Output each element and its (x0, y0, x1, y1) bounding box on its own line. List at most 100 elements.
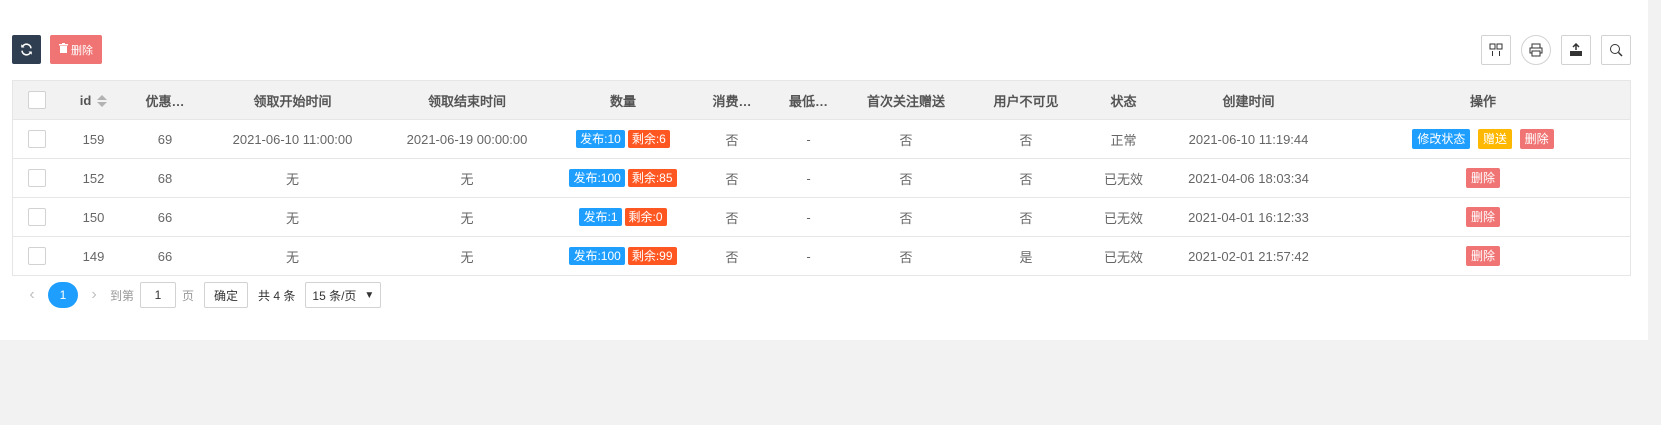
cell-end: 2021-06-19 00:00:00 (381, 119, 553, 159)
print-icon (1529, 43, 1543, 57)
cell-status: 正常 (1086, 119, 1161, 159)
cell-quantity: 发布:100 剩余:99 (553, 237, 693, 276)
cell-invisible: 否 (966, 158, 1086, 198)
coupon-table: id 优惠… 领取开始时间 领取结束时间 数量 消费… 最低… 首次关注赠送 用… (12, 80, 1631, 276)
page-size-value: 15 条/页 (312, 288, 357, 303)
cell-consume: 否 (725, 249, 739, 265)
header-created: 创建时间 (1161, 81, 1336, 120)
header-consume: 消费… (693, 81, 771, 120)
batch-delete-button[interactable]: 删除 (50, 35, 102, 64)
cell-follow: 否 (899, 249, 913, 265)
cell-id: 152 (61, 158, 126, 198)
delete-button[interactable]: 删除 (1465, 207, 1500, 227)
cell-created: 2021-04-06 18:03:34 (1161, 158, 1336, 198)
cell-quantity: 发布:1 剩余:0 (553, 197, 693, 237)
edit-status-button[interactable]: 修改状态 (1412, 129, 1471, 149)
cell-start: 无 (204, 197, 381, 237)
header-status: 状态 (1086, 81, 1161, 120)
cell-invisible: 是 (1019, 249, 1033, 265)
cell-start: 无 (285, 249, 299, 265)
header-start-time: 领取开始时间 (204, 81, 381, 120)
header-end-time: 领取结束时间 (381, 81, 553, 120)
sort-icon[interactable] (97, 95, 108, 108)
cell-coupon: 68 (126, 158, 204, 198)
cell-status: 已无效 (1103, 249, 1143, 265)
page-current[interactable]: 1 (48, 282, 78, 308)
cell-coupon: 69 (126, 119, 204, 159)
cell-status: 已无效 (1086, 158, 1161, 198)
cell-consume: 否 (693, 158, 771, 198)
chevron-down-icon: ▼ (364, 289, 375, 301)
row-checkbox[interactable] (28, 169, 46, 187)
table-row: 159 69 2021-06-10 11:00:00 2021-06-19 00… (13, 119, 1630, 159)
cell-start: 2021-06-10 11:00:00 (204, 119, 381, 159)
cell-consume: 否 (693, 119, 771, 159)
issued-badge: 发布:1 (579, 208, 622, 226)
cell-coupon: 66 (157, 248, 173, 264)
cell-min: - (771, 119, 846, 159)
export-button[interactable] (1561, 35, 1591, 65)
delete-button[interactable]: 删除 (1465, 246, 1500, 266)
row-checkbox[interactable] (28, 208, 46, 226)
cell-actions: 删除 (1336, 158, 1630, 198)
refresh-button[interactable] (12, 35, 41, 64)
cell-consume: 否 (693, 197, 771, 237)
cell-quantity: 发布:10 剩余:6 (553, 119, 693, 159)
cell-actions: 修改状态 赠送 删除 (1336, 119, 1630, 159)
trash-icon (59, 43, 68, 56)
header-coupon: 优惠… (126, 81, 204, 120)
goto-confirm-button[interactable]: 确定 (204, 282, 249, 308)
header-id[interactable]: id (61, 81, 126, 120)
row-checkbox[interactable] (28, 247, 46, 265)
cell-id: 149 (82, 248, 105, 264)
main-panel: 删除 id 优惠… 领取开始时间 领取结束时间 数量 消费… 最低… 首次关注赠… (0, 0, 1648, 340)
total-count: 共 4 条 (258, 288, 296, 303)
cell-follow: 否 (846, 197, 966, 237)
batch-delete-label: 删除 (71, 44, 93, 57)
prev-page-icon[interactable]: ‹ (22, 286, 42, 304)
page-label: 页 (182, 288, 195, 303)
header-follow-gift: 首次关注赠送 (846, 81, 966, 120)
cell-end: 无 (381, 197, 553, 237)
issued-badge: 发布:10 (576, 130, 625, 148)
cell-coupon: 66 (126, 197, 204, 237)
cell-min: - (771, 158, 846, 198)
select-all-checkbox[interactable] (28, 91, 46, 109)
issued-badge: 发布:100 (569, 169, 625, 187)
cell-created: 2021-06-10 11:19:44 (1161, 119, 1336, 159)
cell-id: 150 (61, 197, 126, 237)
export-icon (1570, 43, 1582, 56)
search-button[interactable] (1601, 35, 1631, 65)
pagination: ‹ 1 › 到第 页 确定 共 4 条 15 条/页 ▼ (22, 282, 382, 308)
table-tools (1481, 35, 1631, 65)
table-header: id 优惠… 领取开始时间 领取结束时间 数量 消费… 最低… 首次关注赠送 用… (13, 81, 1630, 120)
cell-invisible: 否 (966, 197, 1086, 237)
cell-id: 159 (61, 119, 126, 159)
cell-actions: 删除 (1336, 237, 1630, 276)
cell-created: 2021-02-01 21:57:42 (1188, 248, 1309, 264)
refresh-icon (21, 43, 32, 56)
page-size-select[interactable]: 15 条/页 ▼ (305, 282, 382, 308)
remain-badge: 剩余:6 (627, 130, 670, 148)
columns-filter-button[interactable] (1481, 35, 1511, 65)
cell-end: 无 (460, 249, 474, 265)
select-all-cell (13, 81, 61, 120)
row-checkbox[interactable] (28, 130, 46, 148)
delete-button[interactable]: 删除 (1519, 129, 1554, 149)
header-quantity: 数量 (553, 81, 693, 120)
goto-page-input[interactable] (140, 282, 177, 308)
next-page-icon[interactable]: › (84, 286, 104, 304)
delete-button[interactable]: 删除 (1465, 168, 1500, 188)
header-invisible: 用户不可见 (966, 81, 1086, 120)
cell-actions: 删除 (1336, 197, 1630, 237)
remain-badge: 剩余:99 (627, 247, 677, 265)
gift-button[interactable]: 赠送 (1477, 129, 1512, 149)
cell-quantity: 发布:100 剩余:85 (553, 158, 693, 198)
print-button[interactable] (1521, 35, 1551, 65)
remain-badge: 剩余:0 (624, 208, 667, 226)
table-row: 150 66 无 无 发布:1 剩余:0 否 - 否 否 已无效 2021-04-… (13, 197, 1630, 237)
table-row: 152 68 无 无 发布:100 剩余:85 否 - 否 否 已无效 2021-… (13, 158, 1630, 198)
search-icon (1610, 44, 1623, 57)
table-row: 149 66 无 无 发布:100 剩余:99 否 - 否 是 已无效 2021-… (13, 237, 1630, 276)
cell-invisible: 否 (966, 119, 1086, 159)
